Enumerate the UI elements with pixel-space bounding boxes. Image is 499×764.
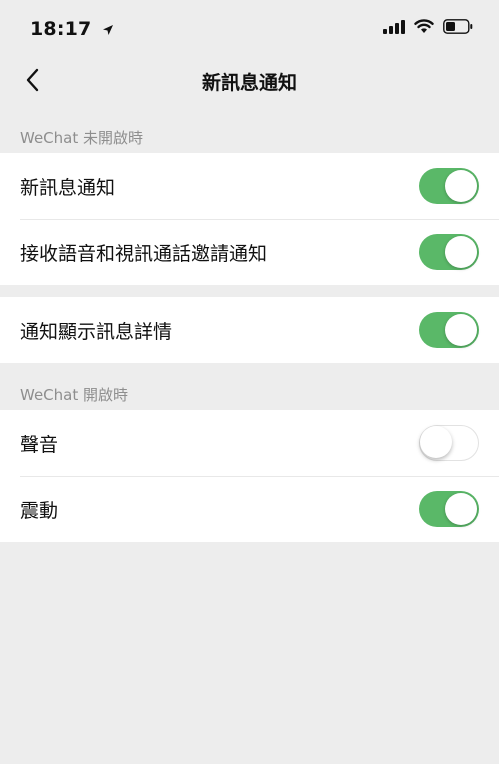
setting-label: 聲音 (20, 433, 59, 456)
setting-label: 通知顯示訊息詳情 (20, 320, 173, 343)
setting-row-vibrate: 震動 (0, 476, 499, 542)
sound-toggle[interactable] (419, 425, 479, 461)
status-time: 18:17 (30, 18, 114, 41)
status-icons (383, 19, 473, 38)
setting-label: 接收語音和視訊通話邀請通知 (20, 242, 268, 265)
setting-row-sound: 聲音 (0, 410, 499, 476)
signal-icon (383, 19, 405, 38)
vibrate-toggle[interactable] (419, 491, 479, 527)
page-title: 新訊息通知 (201, 72, 297, 94)
setting-label: 新訊息通知 (20, 176, 116, 199)
toggle-knob (445, 493, 477, 525)
toggle-knob (445, 314, 477, 346)
time-text: 18:17 (30, 18, 92, 40)
wifi-icon (414, 19, 434, 38)
navigation-bar: 新訊息通知 (0, 58, 499, 102)
setting-row-show-message-details: 通知顯示訊息詳情 (0, 297, 499, 363)
section-header-wechat-open: WeChat 開啟時 (20, 386, 129, 404)
setting-row-new-message-notify: 新訊息通知 (0, 153, 499, 219)
show-message-details-toggle[interactable] (419, 312, 479, 348)
settings-group-details: 通知顯示訊息詳情 (0, 297, 499, 363)
location-arrow-icon (102, 19, 114, 41)
toggle-knob (445, 236, 477, 268)
section-header-wechat-closed: WeChat 未開啟時 (20, 129, 144, 147)
battery-icon (443, 19, 473, 38)
call-invite-notify-toggle[interactable] (419, 234, 479, 270)
setting-row-call-invite-notify: 接收語音和視訊通話邀請通知 (0, 219, 499, 285)
toggle-knob (445, 170, 477, 202)
setting-label: 震動 (20, 499, 59, 522)
new-message-notify-toggle[interactable] (419, 168, 479, 204)
toggle-knob (420, 426, 452, 458)
settings-group-wechat-closed: 新訊息通知 接收語音和視訊通話邀請通知 (0, 153, 499, 285)
status-bar: 18:17 (0, 0, 499, 58)
settings-group-wechat-open: 聲音 震動 (0, 410, 499, 542)
